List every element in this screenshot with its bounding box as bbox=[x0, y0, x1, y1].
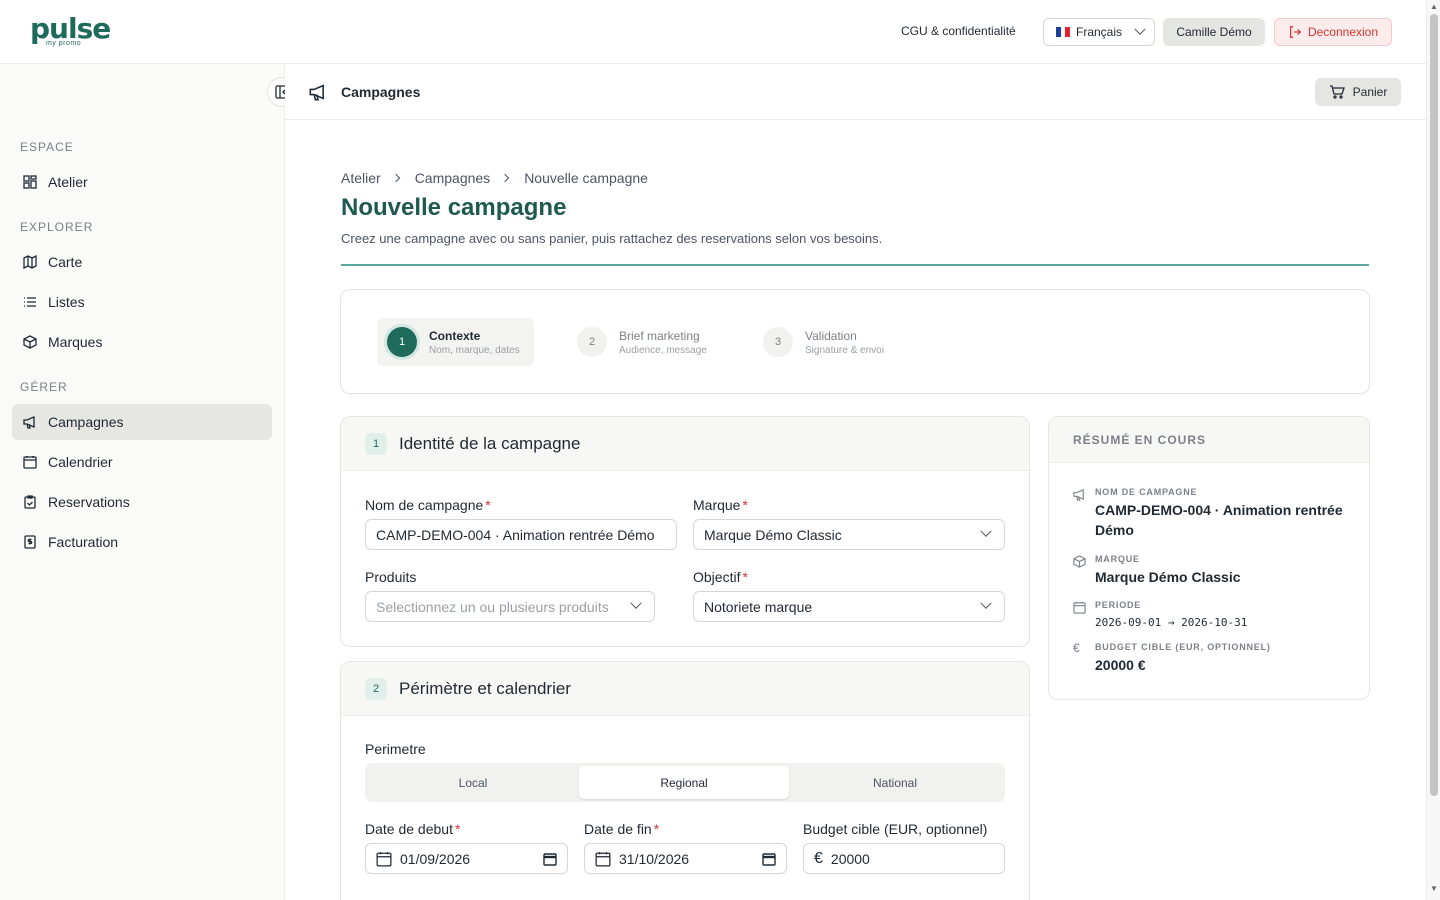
end-date-label: Date de fin * bbox=[584, 821, 660, 837]
terms-link[interactable]: CGU & confidentialité bbox=[901, 24, 1016, 38]
sidebar-section-explorer: EXPLORER bbox=[20, 220, 94, 234]
scope-card: 2 Périmètre et calendrier Perimetre Loca… bbox=[340, 661, 1030, 900]
sub-header: Campagnes Panier bbox=[285, 64, 1426, 120]
calendar-icon bbox=[22, 454, 38, 470]
scroll-thumb[interactable] bbox=[1430, 14, 1438, 796]
france-flag-icon bbox=[1056, 27, 1071, 37]
sidebar-item-marques[interactable]: Marques bbox=[12, 324, 272, 360]
start-date-input[interactable]: 01/09/2026 bbox=[365, 843, 568, 874]
end-date-input[interactable]: 31/10/2026 bbox=[584, 843, 787, 874]
identity-card: 1 Identité de la campagne Nom de campagn… bbox=[340, 416, 1030, 647]
title-divider bbox=[341, 264, 1369, 266]
megaphone-icon bbox=[22, 414, 38, 430]
budget-input[interactable]: € 20000 bbox=[803, 843, 1005, 874]
grid-icon bbox=[22, 174, 38, 190]
calendar-icon bbox=[376, 851, 392, 867]
megaphone-icon bbox=[309, 83, 327, 106]
list-icon bbox=[22, 294, 38, 310]
products-select[interactable]: Selectionnez un ou plusieurs produits bbox=[365, 591, 655, 622]
chevron-right-icon bbox=[391, 173, 400, 183]
perimeter-option-regional[interactable]: Regional bbox=[579, 766, 789, 799]
summary-title: RÉSUMÉ EN COURS bbox=[1049, 417, 1369, 463]
logout-button[interactable]: Deconnexion bbox=[1274, 18, 1392, 46]
perimeter-segmented-control: Local Regional National bbox=[365, 763, 1005, 802]
euro-icon: € bbox=[1073, 641, 1080, 655]
euro-icon: € bbox=[814, 849, 823, 867]
calendar-picker-icon[interactable] bbox=[762, 852, 776, 866]
scroll-up-arrow-icon[interactable]: ▲ bbox=[1430, 2, 1438, 11]
section-title: Campagnes bbox=[341, 84, 421, 100]
perimeter-option-national[interactable]: National bbox=[790, 766, 1000, 799]
products-label: Produits bbox=[365, 569, 417, 585]
stepper: 1 Contexte Nom, marque, dates 2 Brief mar… bbox=[340, 289, 1370, 394]
calendar-picker-icon[interactable] bbox=[543, 852, 557, 866]
cart-icon bbox=[1329, 85, 1345, 99]
sidebar-item-campagnes[interactable]: Campagnes bbox=[12, 404, 272, 440]
invoice-icon bbox=[22, 534, 38, 550]
sidebar-item-carte[interactable]: Carte bbox=[12, 244, 272, 280]
calendar-icon bbox=[1073, 601, 1086, 619]
scope-card-header: 2 Périmètre et calendrier bbox=[341, 662, 1029, 716]
sidebar-item-facturation[interactable]: Facturation bbox=[12, 524, 272, 560]
summary-panel: RÉSUMÉ EN COURS NOM DE CAMPAGNE CAMP-DEM… bbox=[1048, 416, 1370, 700]
objective-label: Objectif * bbox=[693, 569, 748, 585]
summary-brand: MARQUE Marque Démo Classic bbox=[1073, 554, 1353, 585]
breadcrumb-campagnes[interactable]: Campagnes bbox=[415, 170, 491, 186]
sidebar-section-espace: ESPACE bbox=[20, 140, 74, 154]
breadcrumb-atelier[interactable]: Atelier bbox=[341, 170, 381, 186]
objective-select[interactable]: Notoriete marque bbox=[693, 591, 1005, 622]
megaphone-icon bbox=[1073, 488, 1086, 506]
chevron-down-icon bbox=[980, 597, 992, 609]
summary-campaign-name: NOM DE CAMPAGNE CAMP-DEMO-004 · Animatio… bbox=[1073, 487, 1353, 543]
start-date-label: Date de debut * bbox=[365, 821, 461, 837]
identity-card-header: 1 Identité de la campagne bbox=[341, 417, 1029, 471]
page-scrollbar[interactable]: ▲ ▼ bbox=[1426, 0, 1440, 900]
breadcrumb: Atelier Campagnes Nouvelle campagne bbox=[341, 170, 648, 186]
breadcrumb-current: Nouvelle campagne bbox=[524, 170, 648, 186]
summary-period: PERIODE 2026-09-01 → 2026-10-31 bbox=[1073, 600, 1353, 630]
page-title: Nouvelle campagne bbox=[341, 194, 567, 221]
pulse-logo[interactable]: pulse my promo bbox=[30, 12, 111, 50]
top-bar: pulse my promo CGU & confidentialité Fra… bbox=[0, 0, 1426, 64]
sidebar-item-calendrier[interactable]: Calendrier bbox=[12, 444, 272, 480]
brand-select[interactable]: Marque Démo Classic bbox=[693, 519, 1005, 550]
sidebar-section-gerer: GÉRER bbox=[20, 380, 68, 394]
sidebar-item-listes[interactable]: Listes bbox=[12, 284, 272, 320]
step-validation[interactable]: 3 Validation Signature & envoi bbox=[753, 318, 913, 366]
chevron-right-icon bbox=[500, 173, 510, 183]
sidebar-item-atelier[interactable]: Atelier bbox=[12, 164, 272, 200]
perimeter-option-local[interactable]: Local bbox=[368, 766, 578, 799]
box-icon bbox=[22, 334, 38, 350]
chevron-down-icon bbox=[980, 525, 992, 537]
perimeter-label: Perimetre bbox=[365, 741, 426, 757]
scroll-down-arrow-icon[interactable]: ▼ bbox=[1430, 884, 1438, 893]
logout-icon bbox=[1289, 26, 1302, 38]
map-icon bbox=[22, 254, 38, 270]
step-brief-marketing[interactable]: 2 Brief marketing Audience, message bbox=[567, 318, 727, 366]
box-icon bbox=[1073, 555, 1086, 573]
brand-label: Marque * bbox=[693, 497, 748, 513]
sidebar: ESPACE Atelier EXPLORER Carte Listes Mar… bbox=[0, 64, 285, 900]
clipboard-icon bbox=[22, 494, 38, 510]
step-contexte[interactable]: 1 Contexte Nom, marque, dates bbox=[377, 318, 534, 366]
chevron-down-icon bbox=[1134, 23, 1146, 35]
language-select[interactable]: Français bbox=[1043, 18, 1155, 46]
summary-budget: € BUDGET CIBLE (EUR, OPTIONNEL) 20000 € bbox=[1073, 641, 1271, 673]
campaign-name-input[interactable]: CAMP-DEMO-004 · Animation rentrée Démo bbox=[365, 519, 677, 550]
sidebar-item-reservations[interactable]: Reservations bbox=[12, 484, 272, 520]
campaign-name-label: Nom de campagne * bbox=[365, 497, 491, 513]
calendar-icon bbox=[595, 851, 611, 867]
cart-button[interactable]: Panier bbox=[1315, 78, 1401, 106]
chevron-down-icon bbox=[630, 597, 642, 609]
page-subtitle: Creez une campagne avec ou sans panier, … bbox=[341, 231, 883, 246]
budget-label: Budget cible (EUR, optionnel) bbox=[803, 821, 988, 837]
user-button[interactable]: Camille Démo bbox=[1163, 18, 1265, 46]
